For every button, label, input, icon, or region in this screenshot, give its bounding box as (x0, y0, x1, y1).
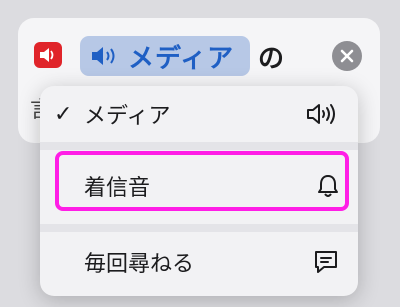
menu-item-media[interactable]: ✓ メディア (40, 86, 358, 142)
close-button[interactable] (332, 41, 362, 71)
speaker-wave-icon (307, 104, 335, 124)
media-chip[interactable]: メディア (80, 36, 250, 76)
checkmark-icon: ✓ (54, 101, 73, 127)
divider (40, 142, 358, 150)
message-icon (315, 251, 337, 273)
selection-highlight (55, 151, 349, 211)
chip-label: メディア (128, 43, 235, 74)
menu-item-label: メディア (84, 104, 171, 129)
suffix-text: の (258, 44, 285, 74)
speaker-icon (92, 47, 115, 65)
menu-item-label: 毎回尋ねる (84, 252, 195, 277)
app-speaker-icon (34, 42, 62, 68)
divider (40, 224, 358, 232)
close-icon (340, 49, 354, 63)
menu-item-ask-every-time[interactable]: 毎回尋ねる (40, 234, 358, 290)
